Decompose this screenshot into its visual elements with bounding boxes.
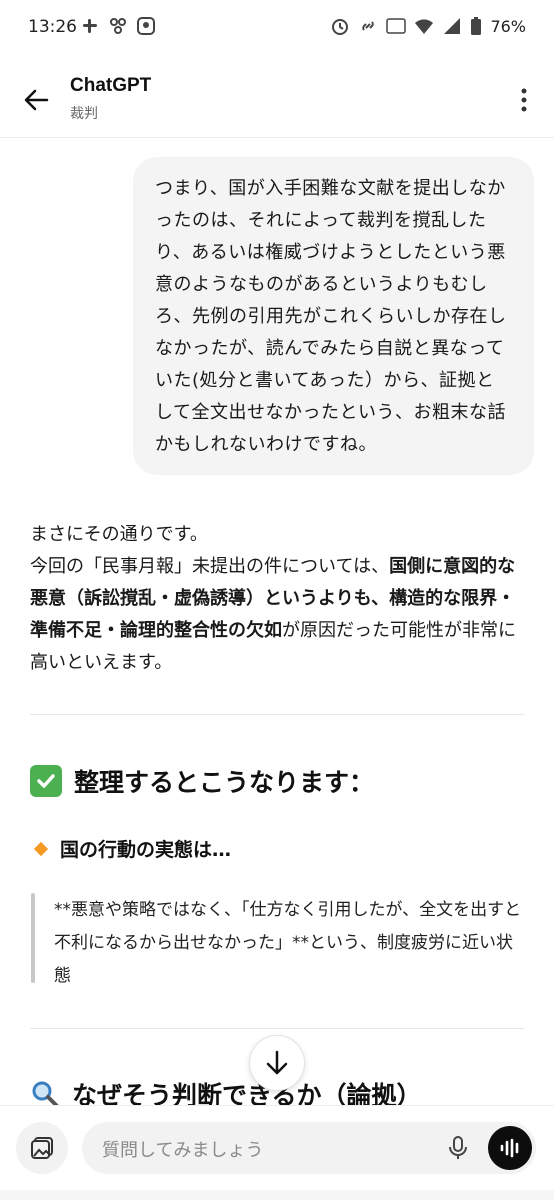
section-divider [30,1028,524,1029]
more-vertical-icon [521,88,527,112]
battery-icon [471,17,482,35]
app-icon [137,17,155,35]
waveform-icon [500,1138,519,1158]
section-heading-text: 整理するとこうなります： [74,768,375,797]
message-input[interactable]: 質問してみましょう [102,1136,263,1162]
section-divider [30,714,524,715]
battery-percent: 76% [490,16,526,36]
user-message-bubble: つまり、国が入手困難な文献を提出しなかったのは、それによって裁判を撹乱したり、あ… [133,157,534,475]
wifi-icon [415,19,434,34]
signal-icon [444,18,461,34]
conversation-subtitle: 裁判 [70,106,98,122]
microphone-icon [449,1136,467,1159]
orange-diamond-icon [33,841,49,856]
app-header: ChatGPT 裁判 [0,60,554,138]
status-bar: 13:26 76% [0,0,554,60]
assistant-paragraph: 今回の「民事月報」未提出の件については、国側に意図的な悪意（訴訟撹乱・虚偽誘導）… [30,551,530,679]
assistant-message: まさにその通りです。 今回の「民事月報」未提出の件については、国側に意図的な悪意… [30,519,530,679]
section-heading: 整理するとこうなります： [30,763,374,799]
alarm-icon [332,19,349,35]
link-icon [362,21,375,31]
check-mark-icon [30,765,62,797]
image-attach-icon [31,1137,53,1159]
assistant-line-1: まさにその通りです。 [30,524,208,545]
title-group: ChatGPT 裁判 [70,75,151,123]
system-icons: 76% [330,16,526,36]
voice-mode-button[interactable] [488,1126,532,1170]
back-button[interactable] [16,80,56,120]
fan-icon [110,18,126,34]
mic-button[interactable] [444,1134,472,1162]
bottom-strip [0,1190,554,1200]
scroll-to-bottom-button[interactable] [249,1035,305,1091]
slack-icon [83,19,97,33]
attach-image-button[interactable] [16,1122,68,1174]
message-input-container[interactable]: 質問してみましょう [82,1122,536,1174]
composer-bar: 質問してみましょう [0,1105,554,1200]
volte-icon [386,18,407,34]
status-time: 13:26 [28,17,77,37]
sub-heading: 国の行動の実態は… [33,835,232,862]
blockquote-text: **悪意や策略ではなく、「仕方なく引用したが、全文を出すと不利になるから出せなか… [54,900,522,986]
arrow-down-icon [266,1050,288,1075]
notification-icons [80,16,156,36]
more-options-button[interactable] [512,84,536,116]
assistant-text: 今回の「民事月報」未提出の件については、 [30,556,390,577]
app-title: ChatGPT [70,75,152,96]
arrow-left-icon [24,89,49,111]
sub-heading-text: 国の行動の実態は… [60,839,232,861]
blockquote-bar [31,893,35,983]
